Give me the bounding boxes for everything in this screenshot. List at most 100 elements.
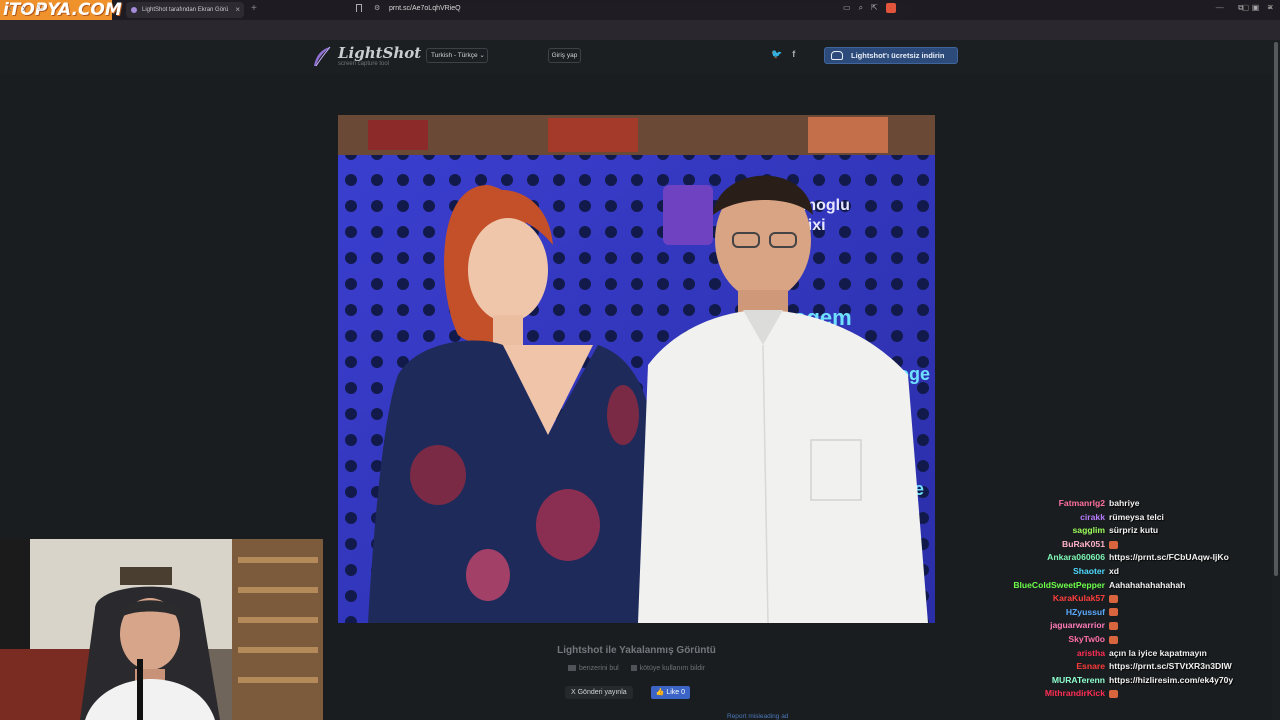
site-info-icon[interactable]: ⚙ <box>374 4 380 12</box>
lightshot-logo-title[interactable]: LightShot <box>338 44 421 62</box>
chat-message-text: xd <box>1109 565 1120 576</box>
chat-message-text <box>1109 607 1118 617</box>
chat-message-text <box>1109 539 1118 549</box>
login-button[interactable]: Giriş yap <box>548 48 581 63</box>
chat-message: BlueColdSweetPepper Aahahahahahahah <box>920 580 1272 594</box>
feather-icon <box>314 46 331 67</box>
find-similar-link[interactable]: benzerini bul <box>579 665 619 672</box>
flag-icon <box>630 665 637 672</box>
facebook-icon[interactable]: f <box>792 49 795 60</box>
url-text[interactable]: prnt.sc/Ae7oLqhVRieQ <box>389 5 461 12</box>
lightshot-favicon-icon <box>131 7 137 13</box>
chat-message: cirakk rümeysa telci <box>920 512 1272 526</box>
share-icon[interactable]: ⇱ <box>871 3 878 13</box>
caption-title: Lightshot ile Yakalanmış Görüntü <box>557 645 716 656</box>
chat-username[interactable]: BlueColdSweetPepper <box>1013 580 1105 590</box>
url-actions: ▭ ⌕ ⇱ <box>843 3 896 13</box>
chat-message-text <box>1109 593 1118 603</box>
scrollbar-thumb[interactable] <box>1274 42 1278 576</box>
chat-message-text: https://hizliresim.com/ek4y70y <box>1109 674 1234 685</box>
lightshot-logo-subtitle: screen capture tool <box>338 61 390 67</box>
chat-message-text <box>1109 620 1118 631</box>
social-links: 🐦 f <box>771 49 795 60</box>
browser-toolbar <box>0 20 1280 40</box>
language-select[interactable]: Turkish - Türkçe ⌄ <box>426 48 488 63</box>
chat-message-text: https://prnt.sc/FCbUAqw-IjKo <box>1109 552 1229 563</box>
chat-username[interactable]: Fatmanrlg2 <box>1059 498 1105 508</box>
chat-username[interactable]: sagglim <box>1073 525 1105 535</box>
tab-close-icon[interactable]: × <box>235 2 240 18</box>
chat-message-text: https://prnt.sc/STVtXR3n3DIW <box>1109 661 1232 672</box>
back-icon[interactable]: ‹ <box>8 3 12 15</box>
cloud-download-icon <box>831 51 843 60</box>
image-search-icon <box>568 665 576 672</box>
lightshot-header <box>0 40 1280 74</box>
chat-username[interactable]: MURATerenn <box>1052 675 1105 685</box>
chat-message: MithrandirKick <box>920 688 1272 702</box>
browser-right-actions: ⧉ ▣ ≡ <box>1238 3 1272 13</box>
menu-icon[interactable]: ≡ <box>1267 3 1272 13</box>
chat-username[interactable]: HZyussuf <box>1066 607 1105 617</box>
reload-icon[interactable]: ↻ <box>36 3 44 14</box>
brave-shield-icon[interactable] <box>885 3 896 13</box>
reader-icon[interactable]: ▭ <box>843 3 851 13</box>
captured-image[interactable]: amoglu bixi ogem oge ge <box>338 115 935 623</box>
chat-emote-icon <box>1109 622 1118 631</box>
chat-emote-icon <box>1109 635 1118 644</box>
chat-message: HZyussuf <box>920 607 1272 621</box>
chat-message: BuRaK051 <box>920 539 1272 553</box>
chat-message: aristha açın la iyice kapatmayın <box>920 648 1272 662</box>
stream-logo-overlay: iTOPYA.COM <box>0 0 122 20</box>
like-button[interactable]: 👍 Like 0 <box>650 686 691 699</box>
chat-username[interactable]: jaguarwarrior <box>1050 620 1105 630</box>
caption-links: benzerini bul kötüye kullanım bildir <box>338 665 935 672</box>
wallet-icon[interactable]: ▣ <box>1252 3 1260 13</box>
tab-title: LightShot tarafından Ekran Görü <box>142 7 229 13</box>
chat-username[interactable]: cirakk <box>1080 512 1105 522</box>
chat-message-text: Aahahahahahahah <box>1109 579 1186 590</box>
chat-message-text <box>1109 634 1118 644</box>
extensions-icon[interactable]: ⧉ <box>1238 3 1244 13</box>
post-button[interactable]: X Gönderi yayınla <box>565 686 633 699</box>
zoom-icon[interactable]: ⌕ <box>859 3 863 13</box>
chat-username[interactable]: KaraKulak57 <box>1053 593 1105 603</box>
chat-message-text <box>1109 688 1118 699</box>
chat-username[interactable]: aristha <box>1077 648 1105 658</box>
chat-message-text: sürpriz kutu <box>1109 525 1159 536</box>
thumbs-up-icon: 👍 <box>655 689 667 696</box>
share-row: X Gönderi yayınla 👍 Like 0 <box>565 686 691 699</box>
chat-username[interactable]: BuRaK051 <box>1062 539 1105 549</box>
chat-username[interactable]: SkyTw0o <box>1068 634 1105 644</box>
chat-username[interactable]: MithrandirKick <box>1045 688 1105 698</box>
chevron-down-icon: ⌄ <box>479 52 485 59</box>
chat-emote-icon <box>1109 594 1118 603</box>
report-ad-link[interactable]: Report misleading ad <box>727 713 788 720</box>
chat-emote-icon <box>1109 690 1118 699</box>
twitter-icon[interactable]: 🐦 <box>771 49 782 60</box>
chat-message: Fatmanrlg2 bahriye <box>920 498 1272 512</box>
download-button-label: Lightshot'ı ücretsiz indirin <box>851 51 945 60</box>
chat-message: sagglim sürpriz kutu <box>920 525 1272 539</box>
chat-message: MURATerenn https://hizliresim.com/ek4y70y <box>920 675 1272 689</box>
chat-message: SkyTw0o <box>920 634 1272 648</box>
like-button-label: Like 0 <box>666 689 686 696</box>
chat-message: Esnare https://prnt.sc/STVtXR3n3DIW <box>920 661 1272 675</box>
chat-emote-icon <box>1109 540 1118 549</box>
chat-emote-icon <box>1109 608 1118 617</box>
browser-tab[interactable]: LightShot tarafından Ekran Görü × <box>126 2 244 18</box>
new-tab-icon[interactable]: + <box>251 3 257 14</box>
forward-icon[interactable]: › <box>22 3 26 15</box>
bookmark-icon[interactable] <box>356 4 362 12</box>
chat-message-text: rümeysa telci <box>1109 511 1164 522</box>
chat-username[interactable]: Esnare <box>1076 661 1105 671</box>
webcam-overlay <box>0 539 323 720</box>
stream-chat: Fatmanrlg2 bahriye cirakk rümeysa telci sagg… <box>920 498 1272 702</box>
chat-username[interactable]: Shaoter <box>1073 566 1105 576</box>
download-button[interactable]: Lightshot'ı ücretsiz indirin <box>824 47 958 64</box>
chat-message: Ankara060606 https://prnt.sc/FCbUAqw-IjKo <box>920 552 1272 566</box>
chat-message-text: bahriye <box>1109 498 1140 508</box>
report-abuse-link[interactable]: kötüye kullanım bildir <box>640 665 705 672</box>
chat-message: Shaoter xd <box>920 566 1272 580</box>
minimize-icon[interactable]: — <box>1216 3 1224 12</box>
chat-username[interactable]: Ankara060606 <box>1047 552 1105 562</box>
